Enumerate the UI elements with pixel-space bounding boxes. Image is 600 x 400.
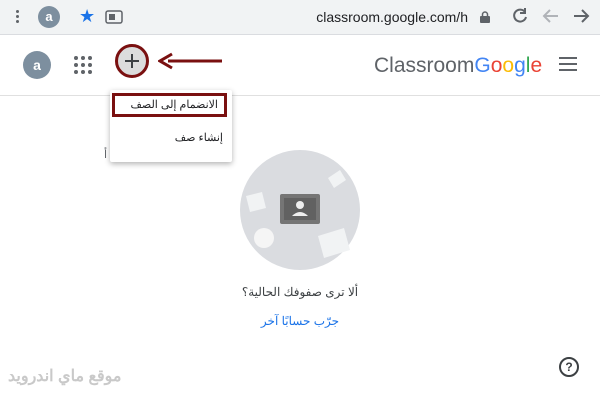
forward-icon[interactable] [571,6,591,26]
kebab-menu-icon[interactable] [16,9,20,25]
watermark: موقع ماي اندرويد [8,368,122,385]
create-class-menu-item[interactable]: إنشاء صف [115,128,227,148]
star-icon[interactable]: ★ [79,5,95,27]
reload-icon[interactable] [510,6,530,26]
brand-e: e [530,54,543,77]
classroom-header: a ClassroomGoogle [0,35,600,96]
brand-g: G [474,54,491,77]
brand-g2: g [514,54,526,77]
brand-classroom: Classroom [374,54,475,77]
address-bar[interactable]: classroom.google.com/h [130,5,498,29]
add-class-dropdown: الانضمام إلى الصف إنشاء صف [110,90,232,162]
avatar[interactable]: a [23,51,51,79]
hamburger-menu-icon[interactable] [559,57,577,71]
classroom-logo[interactable]: ClassroomGoogle [374,54,542,78]
brand-o1: o [490,54,503,77]
apps-grid-icon[interactable] [74,56,92,74]
empty-state-illustration [240,150,360,270]
add-class-button[interactable] [115,44,149,78]
back-icon[interactable] [541,6,561,26]
help-icon[interactable]: ? [559,357,579,377]
brand-o2: o [502,54,515,77]
annotation-arrow-icon [158,52,222,70]
browser-toolbar: a ★ classroom.google.com/h [0,0,600,35]
join-class-menu-item[interactable]: الانضمام إلى الصف [112,93,227,117]
lock-icon[interactable] [480,11,490,23]
browser-profile-avatar[interactable]: a [38,6,60,28]
app-icon[interactable] [105,8,123,26]
try-another-account-link[interactable]: جرّب حسابًا آخر [200,314,400,328]
empty-state-message: ألا ترى صفوفك الحالية؟ [241,285,359,299]
url-text: classroom.google.com/h [316,9,468,25]
